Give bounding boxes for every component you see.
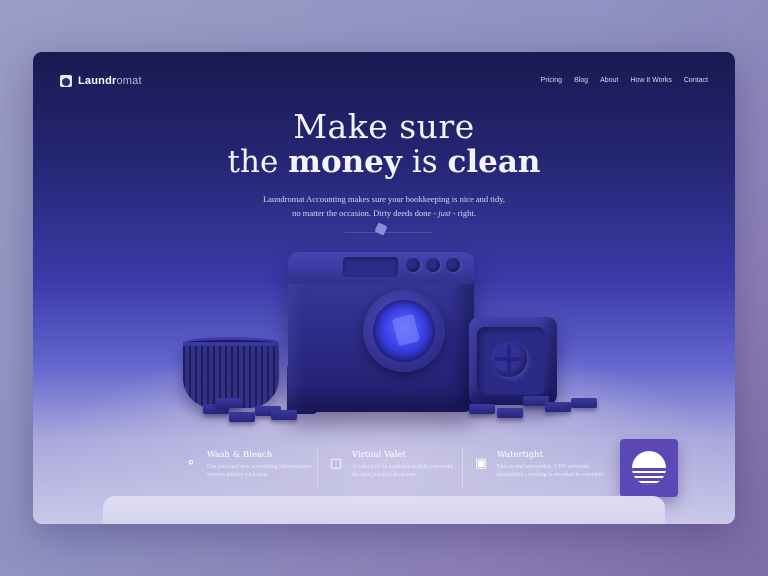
washer-knob	[446, 258, 460, 272]
money-brick	[215, 398, 241, 408]
money-brick	[469, 404, 495, 414]
money-brick	[229, 412, 255, 422]
washer-display	[343, 257, 398, 277]
money-brick	[571, 398, 597, 408]
sunset-stripe	[632, 473, 666, 476]
safe-door	[477, 327, 545, 395]
sunset-logo-card[interactable]	[620, 439, 678, 497]
feature-watertight[interactable]: ▣ Watertight End-to-end encryption, VPN …	[462, 448, 607, 488]
washer-drum-window	[373, 300, 435, 362]
money-brick	[497, 408, 523, 418]
safe-box	[469, 317, 557, 405]
feature-title: Watertight	[497, 450, 544, 460]
cash-icon: ▢	[329, 456, 343, 471]
feature-virtual-valet[interactable]: ▢ Virtual Valet A valet will be availabl…	[317, 448, 462, 488]
washer-knob	[406, 258, 420, 272]
soap-bar-floating	[374, 222, 388, 236]
feature-title: Wash & Bleach	[207, 450, 273, 460]
washing-machine	[288, 252, 474, 412]
money-brick	[545, 402, 571, 412]
money-brick	[271, 410, 297, 420]
feature-desc: Our tried and true accounting infrastruc…	[207, 464, 312, 478]
sunset-stripe	[632, 478, 666, 481]
bottom-panel	[103, 496, 665, 524]
bubbles-icon: ⚬	[185, 456, 197, 471]
washer-door	[363, 290, 445, 372]
feature-desc: A valet will be available to help you ma…	[352, 464, 454, 478]
sunset-stripe	[632, 468, 666, 471]
app-frame: Laundromat Pricing Blog About How It Wor…	[33, 52, 735, 524]
feature-wash-bleach[interactable]: ⚬ Wash & Bleach Our tried and true accou…	[173, 448, 317, 488]
washer-top-panel	[288, 252, 474, 284]
safe-dial	[491, 341, 527, 377]
sunset-icon	[632, 451, 666, 485]
feature-title: Virtual Valet	[352, 450, 406, 460]
sunset-stripe	[632, 483, 666, 485]
features-row: ⚬ Wash & Bleach Our tried and true accou…	[173, 448, 603, 488]
feature-desc: End-to-end encryption, VPN networks, blo…	[497, 464, 604, 478]
lock-icon: ▣	[474, 456, 488, 471]
washer-knob	[426, 258, 440, 272]
